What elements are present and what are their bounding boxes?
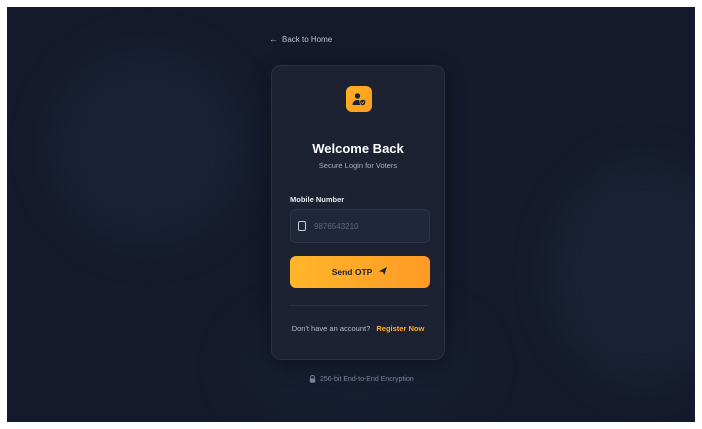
app-frame: ← Back to Home Welcome Back Secure Login… bbox=[7, 7, 695, 422]
back-to-home-link[interactable]: ← Back to Home bbox=[269, 34, 333, 45]
register-now-link[interactable]: Register Now bbox=[376, 324, 424, 333]
page-title: Welcome Back bbox=[312, 141, 404, 156]
background-blob bbox=[47, 47, 247, 247]
background-blob bbox=[547, 157, 695, 387]
encryption-text: 256-bit End-to-End Encryption bbox=[320, 375, 414, 383]
register-prompt: Don't have an account? Register Now bbox=[272, 324, 444, 333]
send-otp-label: Send OTP bbox=[331, 267, 373, 277]
send-otp-button[interactable]: Send OTP bbox=[290, 256, 430, 288]
user-shield-icon bbox=[346, 86, 372, 112]
divider bbox=[290, 305, 428, 306]
mobile-number-input[interactable] bbox=[312, 220, 426, 232]
lock-icon bbox=[309, 375, 316, 383]
register-prompt-text: Don't have an account? bbox=[291, 324, 371, 333]
page-subtitle: Secure Login for Voters bbox=[318, 161, 398, 170]
phone-icon bbox=[298, 221, 306, 231]
send-arrow-icon bbox=[378, 266, 388, 278]
encryption-note: 256-bit End-to-End Encryption bbox=[309, 375, 414, 383]
login-card: Welcome Back Secure Login for Voters Mob… bbox=[271, 65, 445, 360]
back-link-label: Back to Home bbox=[282, 35, 333, 44]
arrow-left-icon: ← bbox=[269, 34, 278, 44]
mobile-number-field[interactable] bbox=[290, 209, 430, 243]
mobile-number-label: Mobile Number bbox=[290, 195, 345, 204]
